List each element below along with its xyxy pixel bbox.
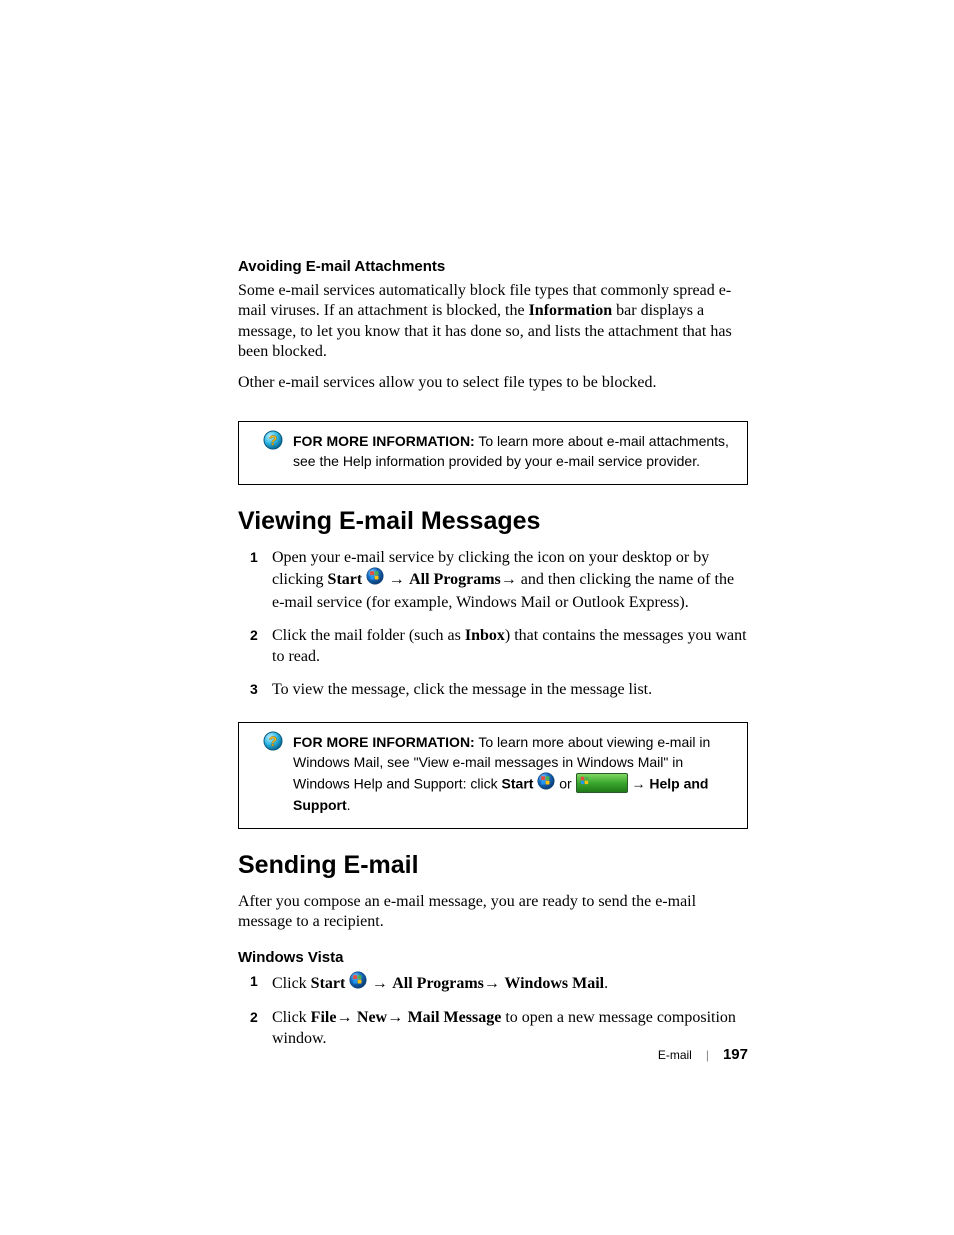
para-avoiding-1: Some e-mail services automatically block… bbox=[238, 281, 748, 363]
text: or bbox=[555, 775, 575, 791]
arrow-icon: → bbox=[501, 571, 517, 588]
bold-file: File bbox=[311, 1009, 337, 1026]
page-content: Avoiding E-mail Attachments Some e-mail … bbox=[238, 258, 748, 1062]
page-number: 197 bbox=[723, 1046, 748, 1063]
info-box: ? FOR MORE INFORMATION: To learn more ab… bbox=[238, 421, 748, 484]
heading-viewing: Viewing E-mail Messages bbox=[238, 507, 748, 536]
svg-text:?: ? bbox=[269, 432, 278, 448]
text: Click bbox=[272, 975, 311, 992]
bold-all-programs: All Programs bbox=[409, 571, 501, 588]
heading-sending: Sending E-mail bbox=[238, 851, 748, 880]
text: To view the message, click the message i… bbox=[272, 681, 652, 698]
arrow-icon: → bbox=[484, 975, 504, 992]
text: Click bbox=[272, 1009, 311, 1026]
bold-start: Start bbox=[311, 975, 346, 992]
step-number: 1 bbox=[250, 548, 258, 566]
list-item: 2 Click the mail folder (such as Inbox) … bbox=[250, 626, 748, 668]
para-avoiding-2: Other e-mail services allow you to selec… bbox=[238, 373, 748, 393]
bold-information: Information bbox=[529, 302, 613, 319]
step-number: 2 bbox=[250, 626, 258, 644]
svg-text:?: ? bbox=[269, 733, 278, 749]
footer-separator: | bbox=[706, 1048, 709, 1062]
start-orb-icon bbox=[537, 772, 555, 796]
list-item: 1 Click Start → All Programs→ Windows Ma… bbox=[250, 972, 748, 997]
step-number: 2 bbox=[250, 1008, 258, 1026]
text: . bbox=[604, 975, 608, 992]
help-icon: ? bbox=[263, 430, 283, 456]
start-orb-icon bbox=[349, 971, 367, 996]
arrow-icon: → bbox=[387, 1009, 407, 1026]
arrow-icon: → bbox=[384, 571, 409, 588]
list-item: 2 Click File→ New→ Mail Message to open … bbox=[250, 1008, 748, 1050]
bold-new: New bbox=[357, 1009, 387, 1026]
bold-windows-mail: Windows Mail bbox=[504, 975, 604, 992]
vista-start-button-icon bbox=[576, 773, 628, 793]
list-item: 1 Open your e-mail service by clicking t… bbox=[250, 548, 748, 614]
step-number: 1 bbox=[250, 972, 258, 990]
arrow-icon: → bbox=[336, 1009, 356, 1026]
step-number: 3 bbox=[250, 680, 258, 698]
arrow-icon: → bbox=[367, 975, 392, 992]
list-item: 3 To view the message, click the message… bbox=[250, 680, 748, 701]
text: . bbox=[347, 797, 351, 813]
bold-start: Start bbox=[502, 775, 534, 791]
bold-start: Start bbox=[328, 571, 363, 588]
bold-inbox: Inbox bbox=[465, 627, 505, 644]
para-sending: After you compose an e-mail message, you… bbox=[238, 892, 748, 933]
arrow-icon: → bbox=[628, 775, 650, 791]
page-footer: E-mail | 197 bbox=[238, 1046, 748, 1063]
bold-mail-message: Mail Message bbox=[408, 1009, 502, 1026]
info-lead: FOR MORE INFORMATION: bbox=[293, 734, 475, 750]
steps-vista: 1 Click Start → All Programs→ Windows Ma… bbox=[250, 972, 748, 1050]
text: Click the mail folder (such as bbox=[272, 627, 465, 644]
info-lead: FOR MORE INFORMATION: bbox=[293, 433, 475, 449]
footer-label: E-mail bbox=[658, 1048, 692, 1062]
help-icon: ? bbox=[263, 731, 283, 757]
steps-viewing: 1 Open your e-mail service by clicking t… bbox=[250, 548, 748, 701]
subheading-vista: Windows Vista bbox=[238, 949, 748, 966]
info-box: ? FOR MORE INFORMATION: To learn more ab… bbox=[238, 722, 748, 828]
subheading-avoiding: Avoiding E-mail Attachments bbox=[238, 258, 748, 275]
start-orb-icon bbox=[366, 567, 384, 592]
bold-all-programs: All Programs bbox=[392, 975, 484, 992]
